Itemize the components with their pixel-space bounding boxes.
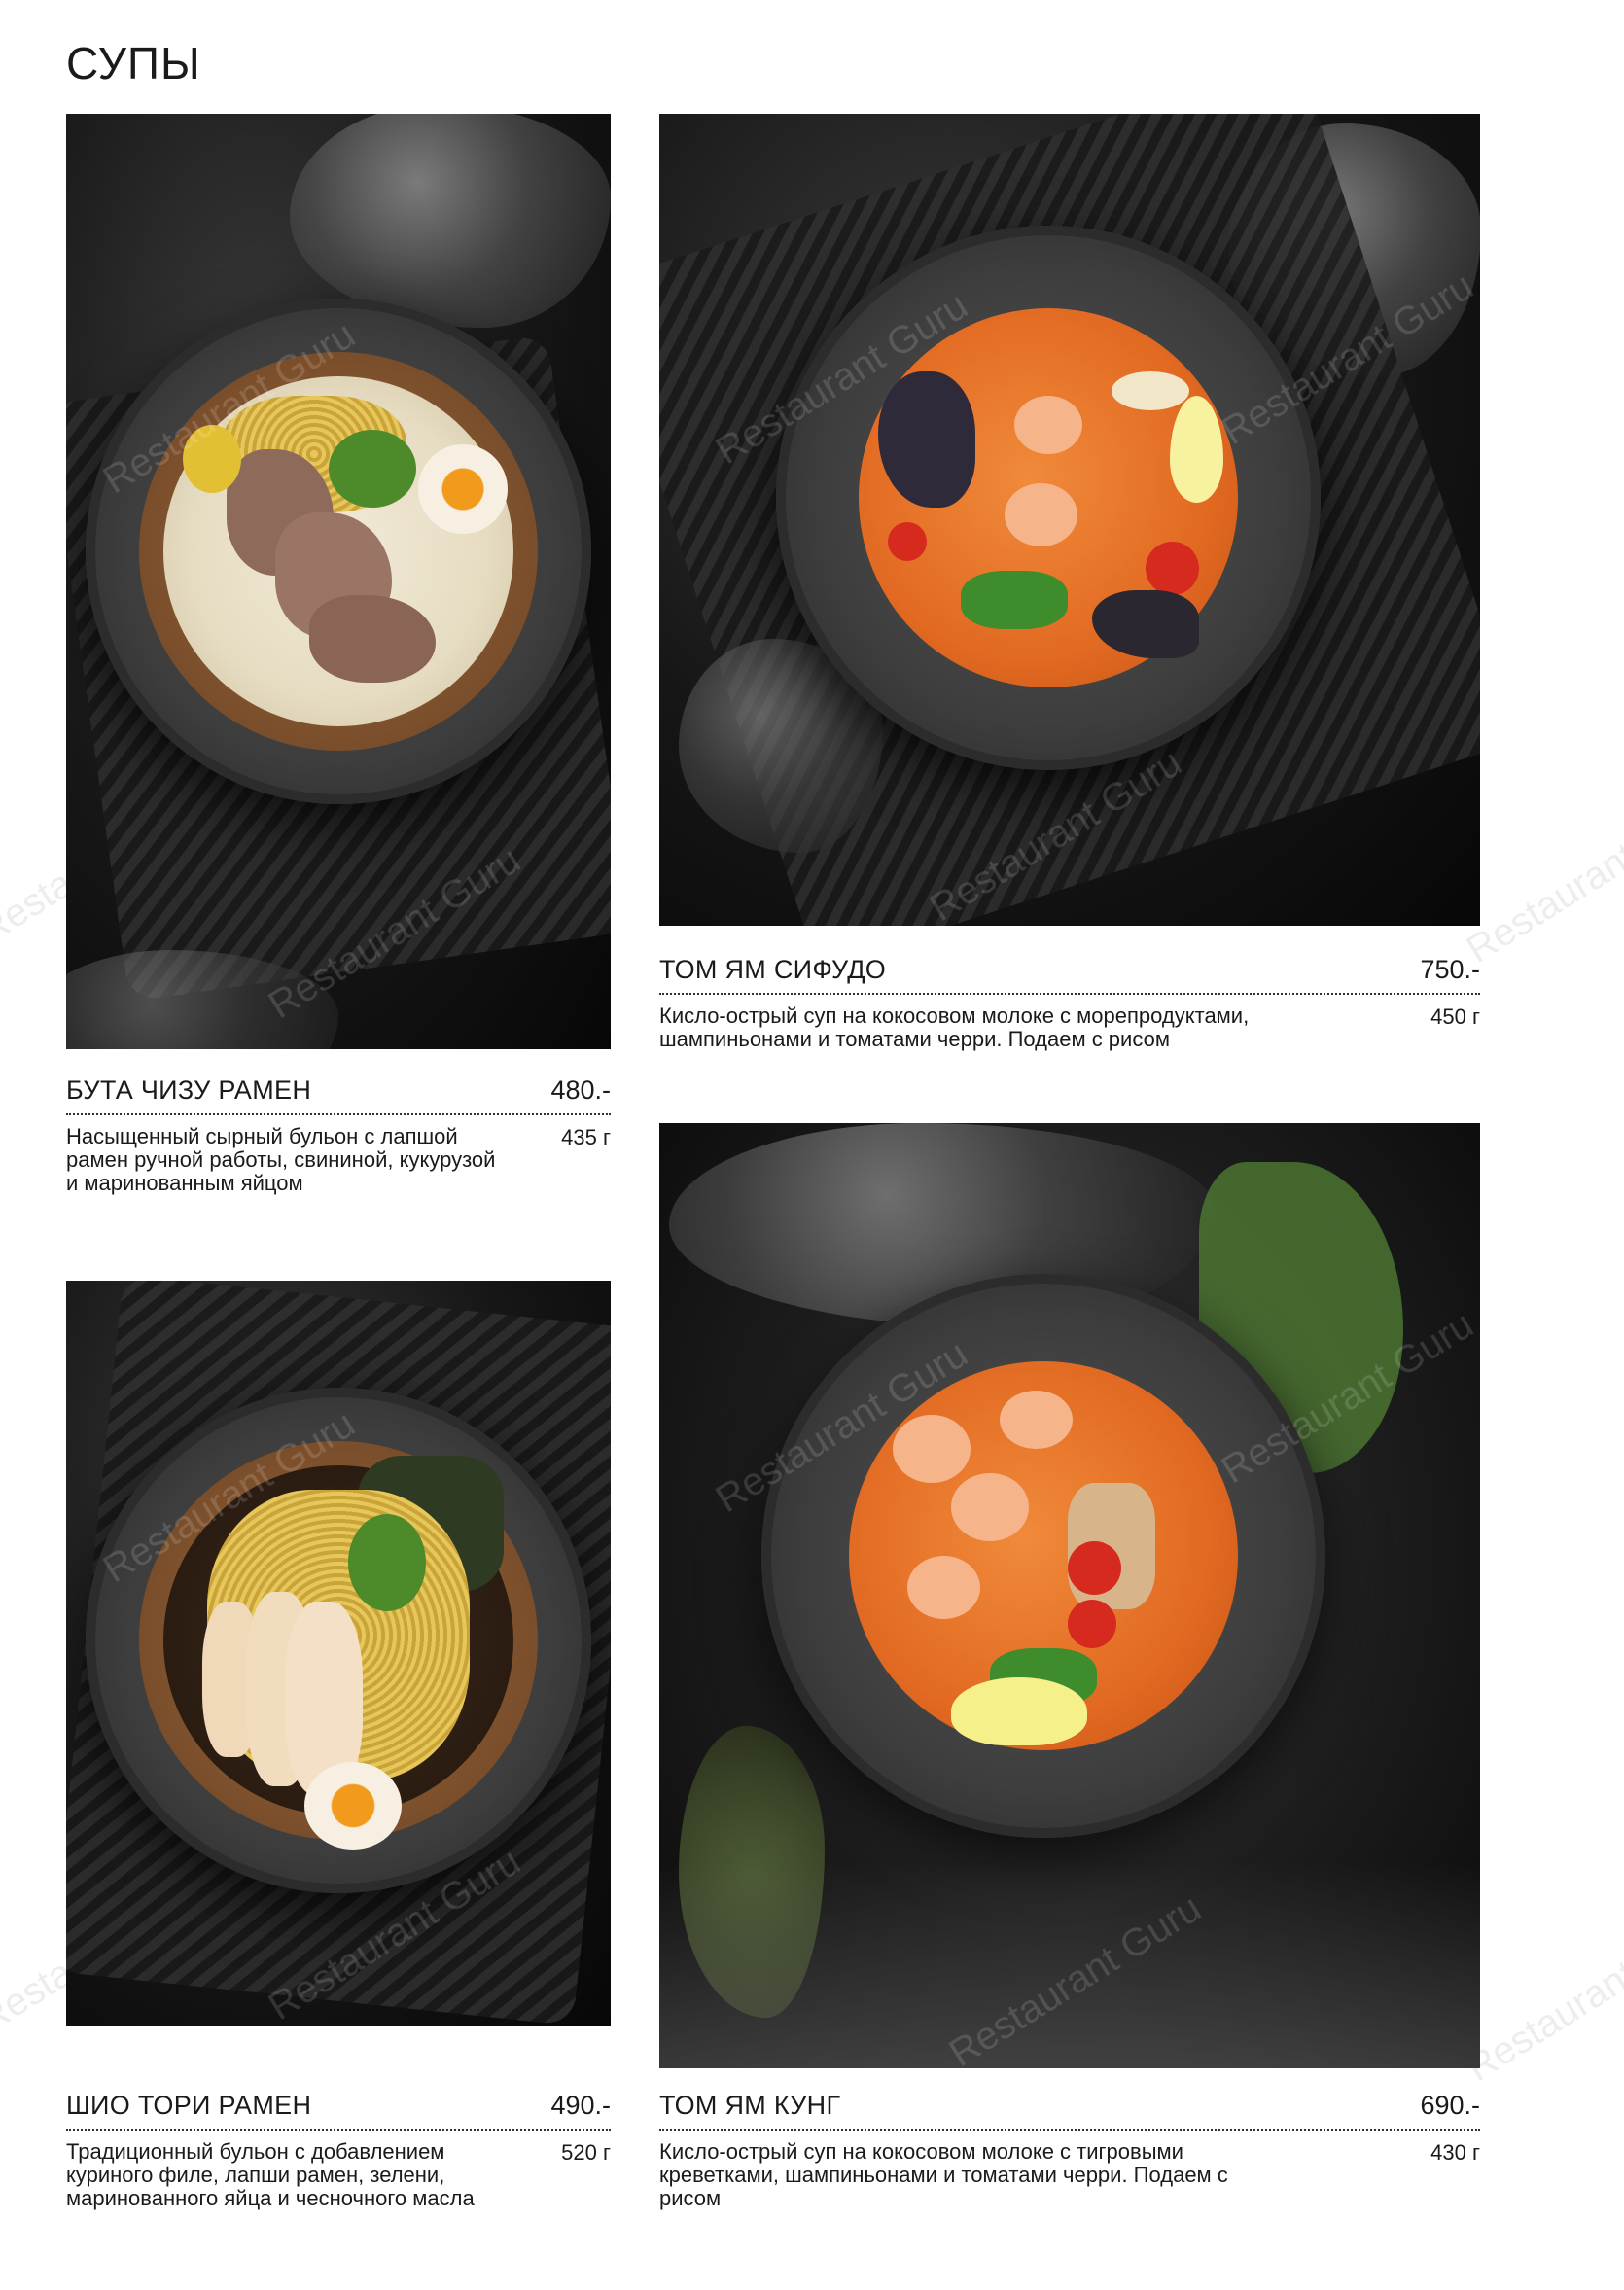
item-description: Традиционный бульон с добавлением курино… (66, 2139, 475, 2210)
item-weight: 430 г (1430, 2140, 1480, 2165)
item-description: Насыщенный сырный бульон с лапшой рамен … (66, 1124, 496, 1195)
menu-item-buta-chizu-ramen: БУТА ЧИЗУ РАМЕН 480.- Насыщенный сырный … (66, 1075, 611, 1195)
dish-photo-tom-yam-sifudo: Restaurant Guru Restaurant Guru Restaura… (659, 114, 1480, 926)
menu-item-tom-yam-sifudo: ТОМ ЯМ СИФУДО 750.- Кисло-острый суп на … (659, 955, 1480, 1051)
item-price: 750.- (1420, 955, 1480, 984)
watermark-text: Restaurant Guru (1459, 783, 1624, 972)
item-weight: 450 г (1430, 1004, 1480, 1029)
page-title: СУПЫ (66, 38, 201, 88)
item-price: 490.- (550, 2091, 611, 2120)
item-name: ТОМ ЯМ КУНГ (659, 2091, 841, 2120)
dotted-divider (659, 993, 1480, 995)
dotted-divider (66, 1113, 611, 1115)
item-description: Кисло-острый суп на кокосовом молоке с т… (659, 2139, 1228, 2210)
item-name: БУТА ЧИЗУ РАМЕН (66, 1075, 312, 1105)
item-name: ТОМ ЯМ СИФУДО (659, 955, 887, 984)
dish-photo-shio-tori-ramen: Restaurant Guru Restaurant Guru (66, 1281, 611, 2026)
dotted-divider (66, 2129, 611, 2131)
menu-item-shio-tori-ramen: ШИО ТОРИ РАМЕН 490.- Традиционный бульон… (66, 2091, 611, 2210)
dish-photo-tom-yam-kung: Restaurant Guru Restaurant Guru Restaura… (659, 1123, 1480, 2068)
watermark-text: Restaurant Guru (1459, 1901, 1624, 2091)
menu-item-tom-yam-kung: ТОМ ЯМ КУНГ 690.- Кисло-острый суп на ко… (659, 2091, 1480, 2210)
item-price: 480.- (550, 1075, 611, 1105)
item-price: 690.- (1420, 2091, 1480, 2120)
dotted-divider (659, 2129, 1480, 2131)
item-weight: 520 г (561, 2140, 611, 2165)
item-description: Кисло-острый суп на кокосовом молоке с м… (659, 1004, 1250, 1051)
dish-photo-buta-chizu-ramen: Restaurant Guru Restaurant Guru (66, 114, 611, 1049)
item-name: ШИО ТОРИ РАМЕН (66, 2091, 312, 2120)
item-weight: 435 г (561, 1125, 611, 1149)
